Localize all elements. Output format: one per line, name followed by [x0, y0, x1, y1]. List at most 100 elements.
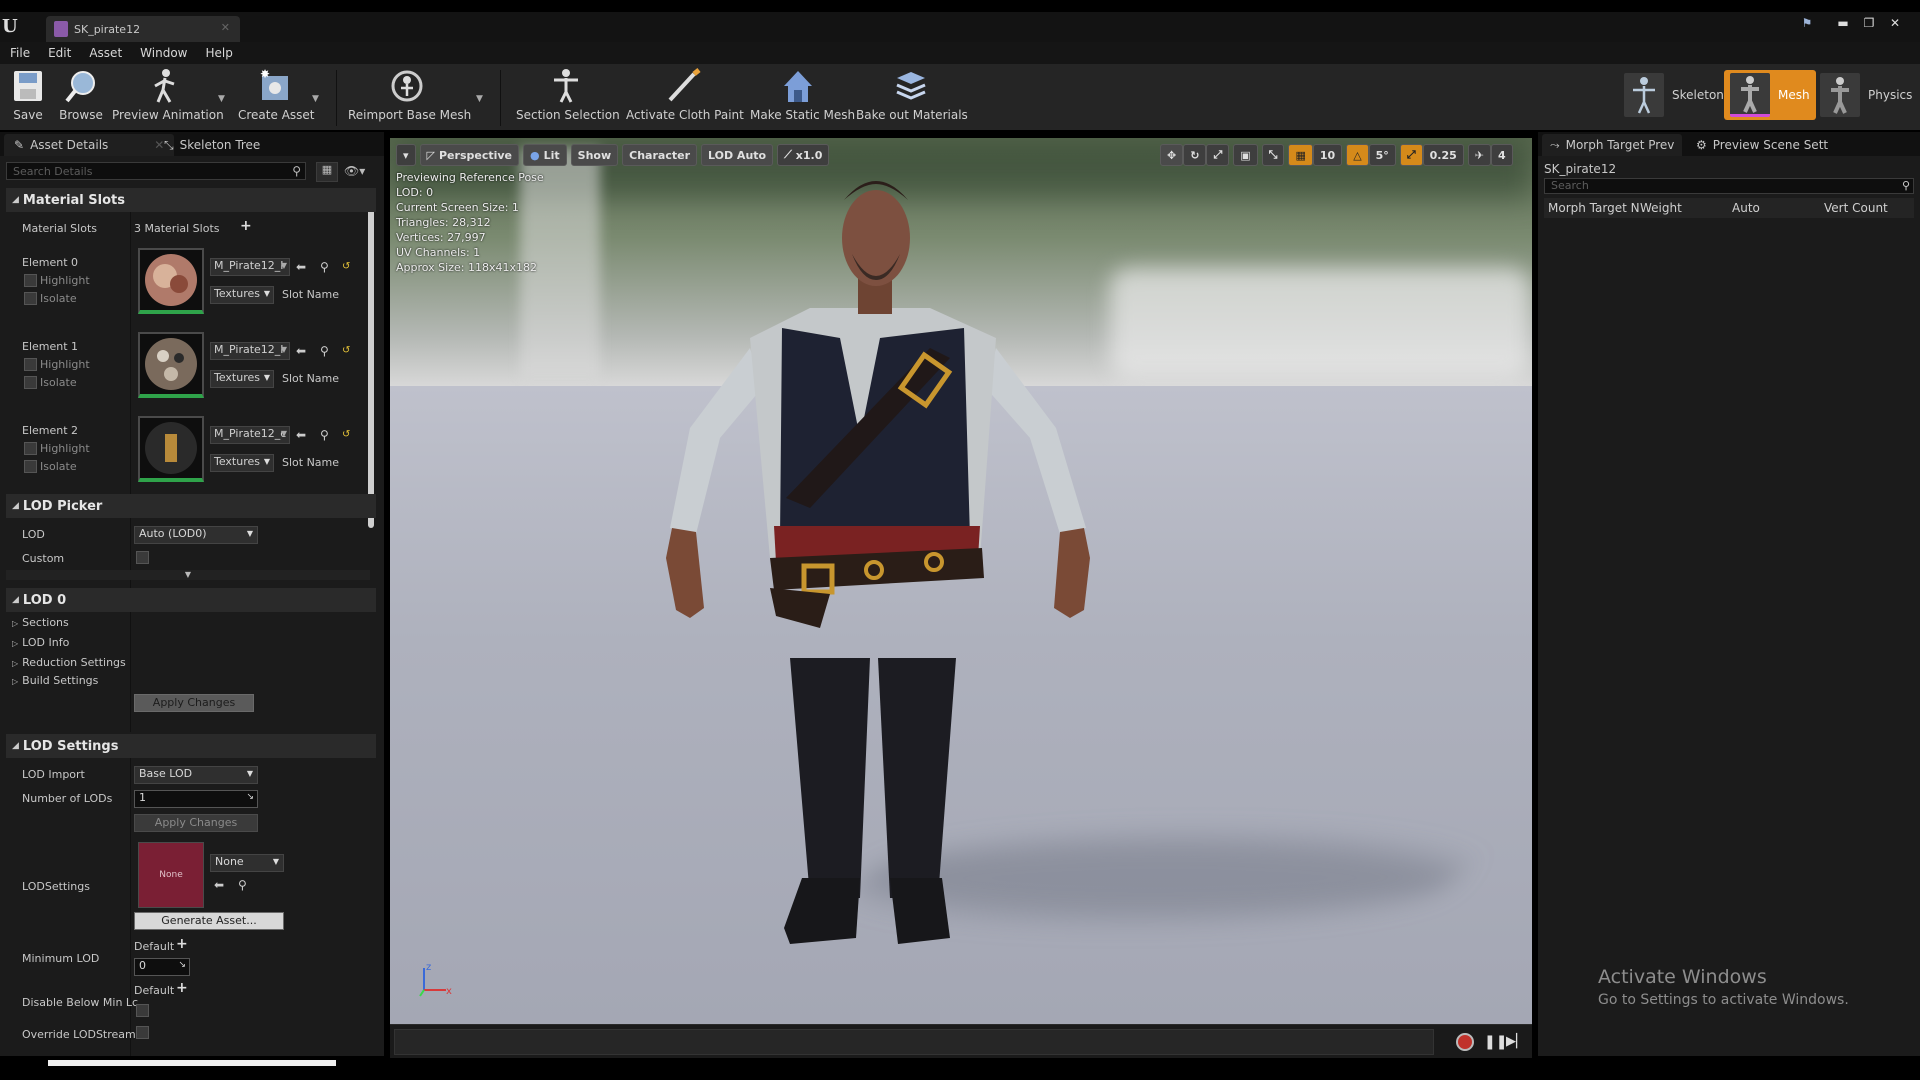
use-selected-arrow-icon[interactable]: ⬅ — [214, 878, 224, 892]
character-button[interactable]: Character — [622, 144, 697, 166]
create-asset-dropdown-icon[interactable]: ▼ — [312, 94, 319, 104]
use-selected-arrow-icon[interactable]: ⬅ — [296, 344, 306, 358]
custom-lod-checkbox[interactable] — [136, 551, 149, 564]
element-0-highlight-checkbox[interactable] — [24, 274, 37, 287]
element-0-textures-combo[interactable]: Textures ▼ — [210, 286, 274, 304]
lod-settings-apply-changes-button[interactable]: Apply Changes — [134, 814, 258, 832]
scale-snap-icon[interactable]: ⤢ — [1399, 144, 1423, 166]
element-1-material-thumbnail[interactable] — [138, 332, 204, 398]
restore-icon[interactable]: ❐ — [1862, 16, 1876, 30]
scale-snap-value[interactable]: 0.25 — [1422, 144, 1464, 166]
rotate-mode-icon[interactable]: ↻ — [1183, 144, 1207, 166]
skeleton-mode-button[interactable]: Skeleton — [1618, 70, 1730, 120]
scale-mode-icon[interactable]: ⤢ — [1206, 144, 1230, 166]
camera-speed-value[interactable]: 4 — [1490, 144, 1513, 166]
playback-speed-button[interactable]: ⟋ x1.0 — [777, 144, 830, 166]
rotation-snap-value[interactable]: 5° — [1368, 144, 1396, 166]
create-asset-button[interactable]: ✸ Create Asset — [238, 68, 315, 128]
grid-snap-icon[interactable]: ▦ — [1288, 144, 1313, 166]
lod0-sections-item[interactable]: ▷ Sections — [12, 616, 69, 629]
material-slots-header[interactable]: ◢ Material Slots — [6, 188, 376, 212]
use-selected-arrow-icon[interactable]: ⬅ — [296, 428, 306, 442]
element-0-material-combo[interactable]: M_Pirate12_I ▼ — [210, 258, 290, 276]
view-options-grid-icon[interactable]: ▦ — [316, 162, 338, 182]
use-selected-arrow-icon[interactable]: ⬅ — [296, 260, 306, 274]
disable-below-min-lod-checkbox[interactable] — [136, 1004, 149, 1017]
lod0-header[interactable]: ◢ LOD 0 — [6, 588, 376, 612]
menu-file[interactable]: File — [10, 46, 30, 60]
col-vert-count[interactable]: Vert Count — [1824, 201, 1888, 215]
search-details-input[interactable]: Search Details ⚲ — [6, 162, 306, 180]
visibility-eye-icon[interactable]: 👁▾ — [344, 164, 365, 178]
element-0-isolate-checkbox[interactable] — [24, 292, 37, 305]
element-1-highlight-checkbox[interactable] — [24, 358, 37, 371]
section-selection-button[interactable]: Section Selection — [516, 68, 620, 128]
tab-preview-scene-settings[interactable]: ⚙ Preview Scene Sett — [1688, 134, 1836, 156]
browse-asset-icon[interactable]: ⚲ — [320, 344, 329, 358]
lod-settings-header[interactable]: ◢ LOD Settings — [6, 734, 376, 758]
show-button[interactable]: Show — [570, 144, 619, 166]
bake-out-materials-button[interactable]: Bake out Materials — [856, 68, 968, 128]
lod-import-combo[interactable]: Base LOD ▼ — [134, 766, 258, 784]
tab-skeleton-tree[interactable]: ⤡ Skeleton Tree — [154, 134, 270, 156]
lod-picker-combo[interactable]: Auto (LOD0) ▼ — [134, 526, 258, 544]
element-1-material-combo[interactable]: M_Pirate12_I ▼ — [210, 342, 290, 360]
browse-asset-icon[interactable]: ⚲ — [238, 878, 247, 892]
world-local-icon[interactable]: ▣ — [1233, 144, 1258, 166]
mesh-mode-button[interactable]: Mesh — [1724, 70, 1816, 120]
preview-animation-button[interactable]: Preview Animation — [112, 68, 224, 128]
element-1-textures-combo[interactable]: Textures ▼ — [210, 370, 274, 388]
lod-picker-header[interactable]: ◢ LOD Picker — [6, 494, 376, 518]
reimport-base-mesh-button[interactable]: Reimport Base Mesh — [348, 68, 471, 128]
element-2-material-thumbnail[interactable] — [138, 416, 204, 482]
details-scrollbar[interactable] — [368, 188, 374, 528]
lod-auto-button[interactable]: LOD Auto — [701, 144, 774, 166]
reset-icon[interactable]: ↺ — [342, 261, 350, 272]
menu-asset[interactable]: Asset — [89, 46, 122, 60]
close-tab-icon[interactable]: ✕ — [221, 21, 230, 34]
surface-snap-icon[interactable]: ⤡ — [1261, 144, 1285, 166]
tab-morph-target-preview[interactable]: ⤳ Morph Target Prev — [1542, 134, 1683, 156]
document-tab[interactable]: SK_pirate12 ✕ — [46, 16, 240, 42]
tab-asset-details[interactable]: ✎ Asset Details ✕ — [4, 134, 175, 156]
perspective-button[interactable]: ◸ Perspective — [419, 144, 520, 166]
camera-speed-icon[interactable]: ✈ — [1467, 144, 1491, 166]
reset-icon[interactable]: ↺ — [342, 345, 350, 356]
close-window-icon[interactable]: ✕ — [1888, 16, 1902, 30]
lodsettings-thumbnail[interactable]: None — [138, 842, 204, 908]
preview-animation-dropdown-icon[interactable]: ▼ — [218, 94, 225, 104]
col-weight[interactable]: Weight — [1640, 201, 1682, 215]
number-of-lods-input[interactable]: 1 ↘ — [134, 790, 258, 808]
element-2-isolate-checkbox[interactable] — [24, 460, 37, 473]
element-0-material-thumbnail[interactable] — [138, 248, 204, 314]
save-button[interactable]: Save — [8, 68, 48, 128]
add-material-slot-icon[interactable]: + — [240, 218, 252, 234]
physics-mode-button[interactable]: Physics — [1814, 70, 1918, 120]
element-2-material-combo[interactable]: M_Pirate12_c ▼ — [210, 426, 290, 444]
generate-asset-button[interactable]: Generate Asset... — [134, 912, 284, 930]
browse-button[interactable]: Browse — [58, 68, 104, 128]
lod0-apply-changes-button[interactable]: Apply Changes — [134, 694, 254, 712]
rotation-snap-icon[interactable]: △ — [1346, 144, 1369, 166]
minimize-icon[interactable]: ▬ — [1836, 16, 1850, 30]
morph-search-input[interactable]: Search ⚲ — [1544, 178, 1914, 194]
lodsettings-asset-combo[interactable]: None ▼ — [210, 854, 284, 872]
pause-icon[interactable]: ❚❚ — [1484, 1034, 1507, 1050]
lod0-build-settings-item[interactable]: ▷ Build Settings — [12, 674, 98, 687]
browse-asset-icon[interactable]: ⚲ — [320, 428, 329, 442]
override-lod-streaming-checkbox[interactable] — [136, 1026, 149, 1039]
col-morph-target-name[interactable]: Morph Target N — [1548, 201, 1640, 215]
pirate-character-mesh[interactable] — [390, 138, 1532, 1024]
element-2-highlight-checkbox[interactable] — [24, 442, 37, 455]
record-icon[interactable] — [1456, 1033, 1474, 1051]
browse-asset-icon[interactable]: ⚲ — [320, 260, 329, 274]
step-forward-icon[interactable]: ▶▏ — [1506, 1034, 1526, 1049]
make-static-mesh-button[interactable]: Make Static Mesh — [750, 68, 855, 128]
element-2-textures-combo[interactable]: Textures ▼ — [210, 454, 274, 472]
lod0-reduction-settings-item[interactable]: ▷ Reduction Settings — [12, 656, 126, 669]
notification-icon[interactable]: ⚑ — [1800, 16, 1814, 30]
translate-mode-icon[interactable]: ✥ — [1160, 144, 1184, 166]
menu-help[interactable]: Help — [205, 46, 232, 60]
element-1-isolate-checkbox[interactable] — [24, 376, 37, 389]
lod0-lod-info-item[interactable]: ▷ LOD Info — [12, 636, 69, 649]
